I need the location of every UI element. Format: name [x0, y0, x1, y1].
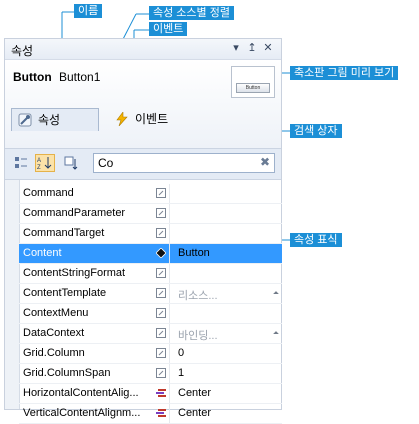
column-divider — [169, 204, 170, 223]
wrench-icon — [18, 113, 32, 127]
property-marker-default-icon[interactable] — [156, 288, 166, 298]
property-row[interactable]: Command — [19, 184, 282, 204]
property-row[interactable]: Content Button — [19, 244, 282, 264]
selection-header: Button Button1 Button 속성 이벤트 — [5, 60, 281, 148]
window-menu-button[interactable]: ▾ — [229, 41, 243, 55]
property-value[interactable]: Button — [178, 247, 210, 259]
callout-property-marker: 속성 표식 — [290, 233, 342, 247]
column-divider — [169, 184, 170, 203]
column-divider — [169, 384, 170, 403]
property-name: Grid.Column — [23, 347, 85, 359]
close-button[interactable]: ✕ — [261, 41, 275, 55]
property-row[interactable]: ContentTemplate 리소스... — [19, 284, 282, 304]
property-marker-default-icon[interactable] — [156, 348, 166, 358]
property-row[interactable]: ContentStringFormat — [19, 264, 282, 284]
svg-text:A: A — [37, 158, 41, 164]
title-bar: 속성 ▾ ↥ ✕ — [5, 39, 281, 60]
window-title: 속성 — [11, 44, 34, 58]
callout-sort-by-source: 속성 소스별 정렬 — [149, 6, 234, 20]
property-name: Content — [23, 247, 62, 259]
source-sort-button[interactable] — [61, 154, 81, 172]
property-marker-default-icon[interactable] — [156, 268, 166, 278]
selected-name[interactable]: Button1 — [59, 70, 100, 84]
tab-events[interactable]: 이벤트 — [109, 108, 179, 130]
dropdown-arrow-icon[interactable] — [273, 291, 279, 297]
property-marker-default-icon[interactable] — [156, 188, 166, 198]
source-sort-icon — [64, 156, 78, 170]
category-sort-button[interactable] — [11, 154, 31, 172]
grid-gutter — [5, 180, 20, 409]
dropdown-arrow-icon[interactable] — [273, 331, 279, 337]
property-value[interactable]: Center — [178, 407, 211, 419]
tab-events-label: 이벤트 — [135, 112, 169, 126]
property-marker-style-icon[interactable] — [156, 388, 166, 398]
property-row[interactable]: ContextMenu — [19, 304, 282, 324]
property-name: ContentStringFormat — [23, 267, 126, 279]
toolbar: A Z Co ✖ — [5, 148, 281, 180]
property-marker-default-icon[interactable] — [156, 308, 166, 318]
property-row[interactable]: DataContext 바인딩... — [19, 324, 282, 344]
property-name: Grid.ColumnSpan — [23, 367, 111, 379]
column-divider — [169, 344, 170, 363]
thumbnail-button: Button — [236, 83, 270, 93]
svg-text:Z: Z — [37, 165, 41, 170]
property-marker-set-icon[interactable] — [156, 248, 166, 258]
property-name: ContextMenu — [23, 307, 89, 319]
property-name: CommandTarget — [23, 227, 105, 239]
column-divider — [169, 364, 170, 383]
property-name: VerticalContentAlignm... — [23, 407, 141, 419]
column-divider — [169, 264, 170, 283]
callout-events: 이벤트 — [149, 22, 188, 36]
property-value[interactable]: Center — [178, 387, 211, 399]
column-divider — [169, 244, 170, 263]
property-name: HorizontalContentAlig... — [23, 387, 139, 399]
property-row[interactable]: Grid.ColumnSpan 1 — [19, 364, 282, 384]
callout-search-box: 검색 상자 — [290, 124, 342, 138]
property-marker-default-icon[interactable] — [156, 328, 166, 338]
property-marker-style-icon[interactable] — [156, 408, 166, 418]
tab-properties[interactable]: 속성 — [11, 108, 99, 131]
column-divider — [169, 224, 170, 243]
property-name: ContentTemplate — [23, 287, 107, 299]
thumbnail-preview: Button — [231, 66, 275, 98]
property-grid: Command CommandParameter CommandTarget Cont… — [5, 180, 282, 424]
property-value[interactable]: 0 — [178, 347, 184, 359]
callout-thumbnail-preview: 축소판 그림 미리 보기 — [290, 66, 399, 80]
column-divider — [169, 324, 170, 343]
property-value[interactable]: 바인딩... — [178, 327, 218, 343]
property-name: CommandParameter — [23, 207, 126, 219]
property-row[interactable]: CommandTarget — [19, 224, 282, 244]
sort-az-icon: A Z — [37, 157, 52, 171]
callout-name: 이름 — [74, 4, 103, 18]
properties-window: 속성 ▾ ↥ ✕ Button Button1 Button 속성 이벤트 A … — [4, 38, 282, 424]
property-marker-default-icon[interactable] — [156, 368, 166, 378]
pin-button[interactable]: ↥ — [245, 41, 259, 55]
selected-type: Button — [13, 70, 52, 84]
alpha-sort-button[interactable]: A Z — [35, 154, 55, 172]
property-row[interactable]: HorizontalContentAlig... Center — [19, 384, 282, 404]
category-icon — [15, 157, 27, 168]
property-row[interactable]: Grid.Column 0 — [19, 344, 282, 364]
property-row[interactable]: VerticalContentAlignm... Center — [19, 404, 282, 424]
tab-properties-label: 속성 — [38, 113, 61, 127]
column-divider — [169, 284, 170, 303]
property-marker-default-icon[interactable] — [156, 208, 166, 218]
clear-search-icon[interactable]: ✖ — [260, 155, 270, 169]
property-marker-default-icon[interactable] — [156, 228, 166, 238]
search-value: Co — [98, 156, 114, 170]
column-divider — [169, 304, 170, 323]
search-input[interactable]: Co ✖ — [93, 153, 275, 173]
property-name: DataContext — [23, 327, 85, 339]
lightning-icon — [116, 112, 128, 126]
property-value[interactable]: 리소스... — [178, 287, 218, 303]
property-value[interactable]: 1 — [178, 367, 184, 379]
property-name: Command — [23, 187, 74, 199]
property-row[interactable]: CommandParameter — [19, 204, 282, 224]
